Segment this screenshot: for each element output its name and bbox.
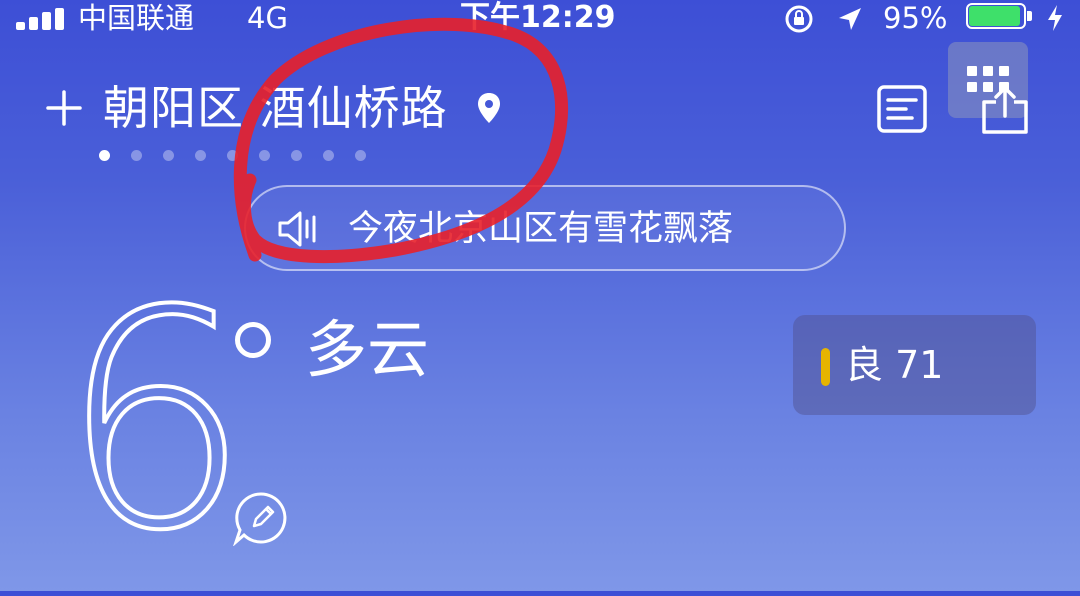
page-dot [355,150,366,161]
location-arrow-icon [839,8,861,30]
alert-text: 今夜北京山区有雪花飘落 [348,209,734,249]
battery-icon [966,3,1034,31]
page-dot [259,150,270,161]
air-quality-badge[interactable]: 良 71 [793,315,1036,415]
plus-icon[interactable] [44,88,84,128]
rotation-lock-icon [785,5,813,33]
weather-condition: 多云 [305,313,430,386]
page-dot [99,150,110,161]
feedback-icon[interactable] [232,490,290,546]
network-type: 4G [247,1,288,35]
battery-fill [969,6,1020,26]
list-icon[interactable] [876,84,928,134]
page-dot [131,150,142,161]
speaker-icon [278,211,316,247]
aqi-label: 良 71 [845,343,944,387]
carrier-name: 中国联通 [78,1,195,35]
page-dot [195,150,206,161]
page-dot [323,150,334,161]
share-icon[interactable] [978,84,1032,136]
charging-bolt-icon [1048,5,1062,31]
location-pin-icon [478,93,500,123]
page-indicator [99,150,379,162]
signal-strength-icon [16,8,68,30]
clock: 下午12:29 [460,0,616,35]
page-dot [163,150,174,161]
status-bar: 中国联通 4G 下午12:29 95% [0,0,1080,40]
location-name[interactable]: 朝阳区 酒仙桥路 [103,78,448,138]
page-dot [291,150,302,161]
degree-icon [235,322,271,358]
temperature-value: 6 [58,247,253,596]
battery-percent: 95% [883,1,948,35]
aqi-indicator-bar [821,348,830,386]
weather-alert-banner[interactable]: 今夜北京山区有雪花飘落 [244,185,846,271]
page-dot [227,150,238,161]
